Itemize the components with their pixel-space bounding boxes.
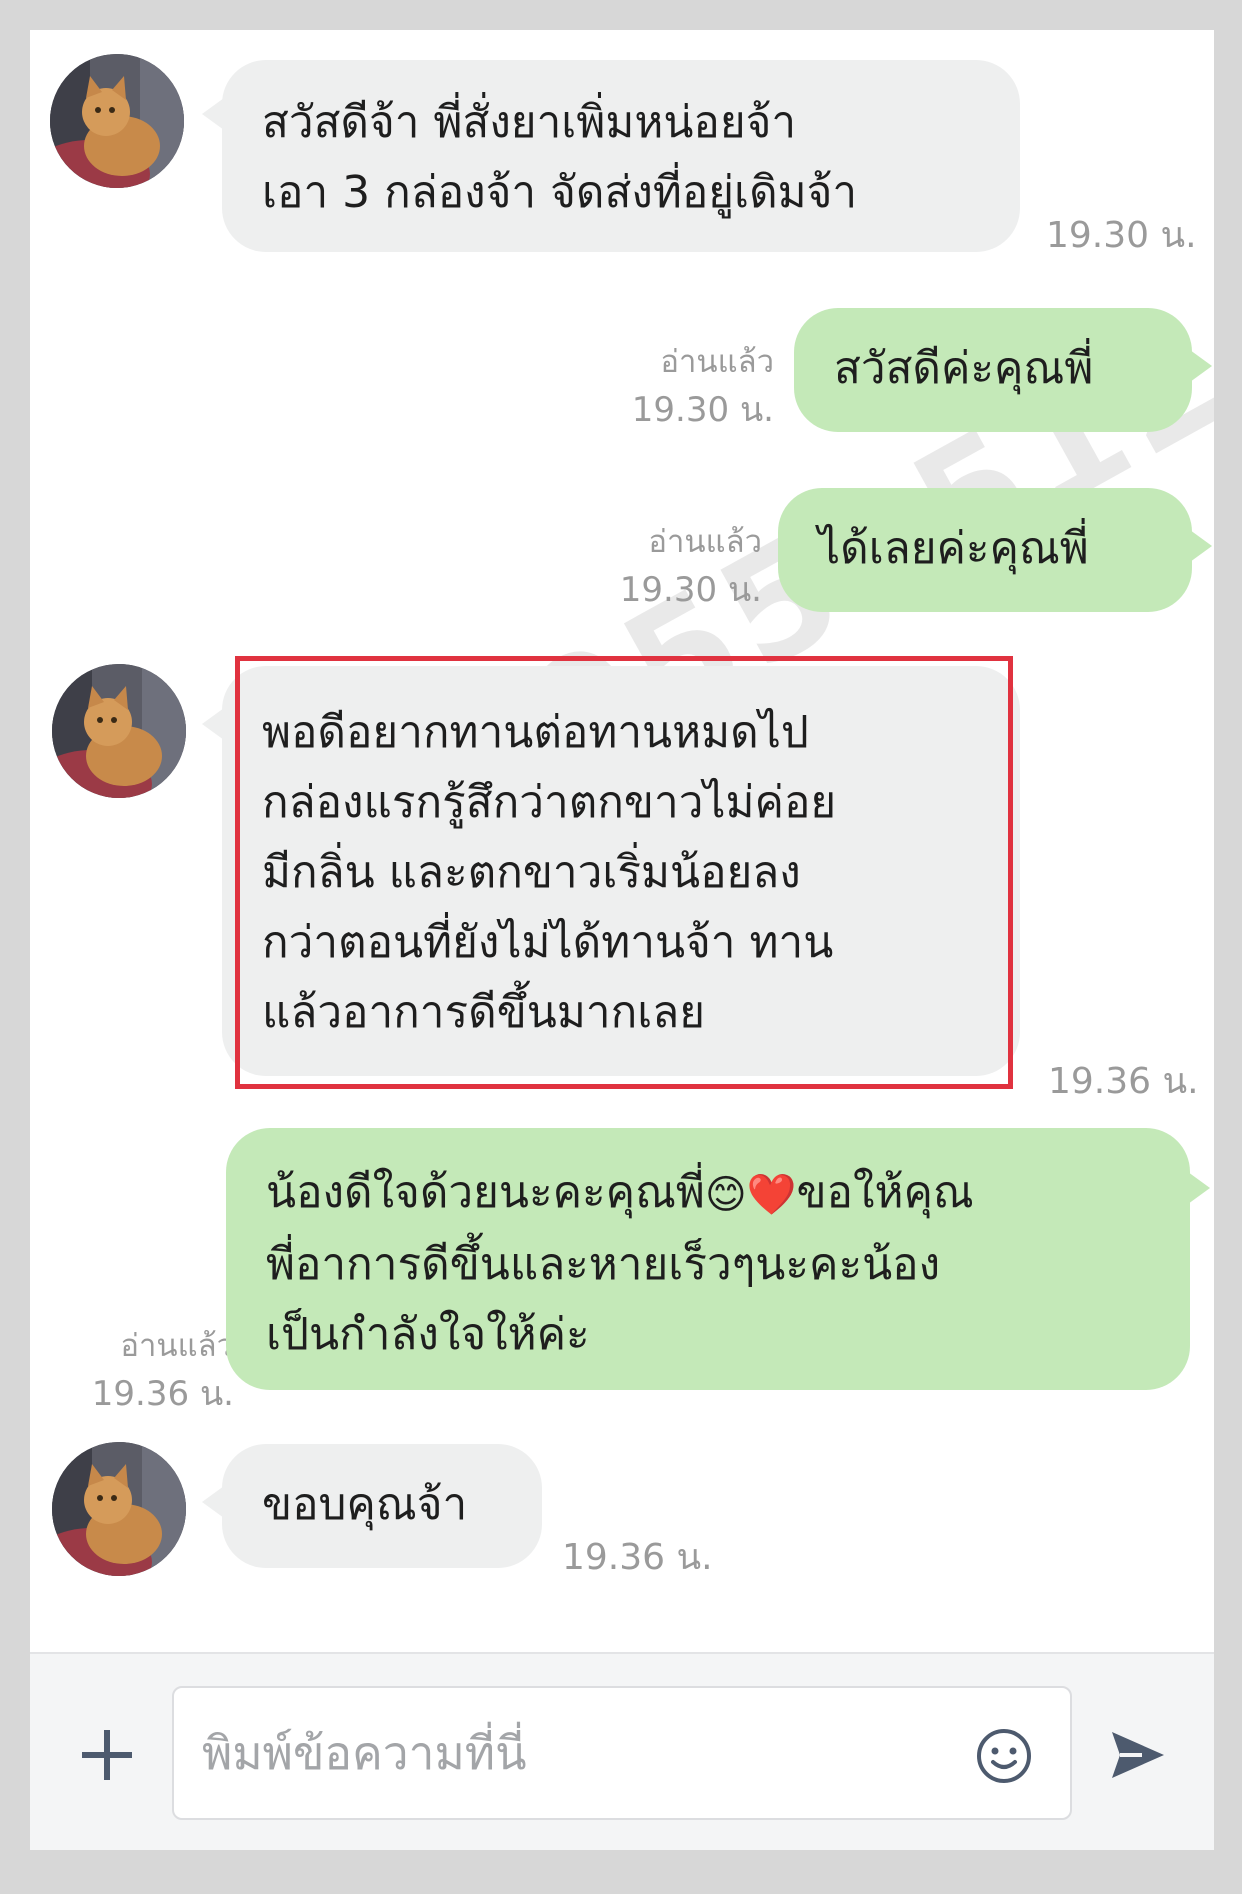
- read-receipt: อ่านแล้ว: [648, 524, 762, 560]
- read-receipt: อ่านแล้ว: [120, 1328, 234, 1364]
- message-input[interactable]: [172, 1686, 1072, 1820]
- smiling-face-icon: 😊: [704, 1172, 747, 1218]
- outgoing-message-bubble[interactable]: สวัสดีค่ะคุณพี่: [794, 308, 1192, 432]
- incoming-message-bubble[interactable]: สวัสดีจ้า พี่สั่งยาเพิ่มหน่อยจ้า เอา 3 ก…: [222, 60, 1020, 252]
- bubble-tail: [1190, 530, 1212, 562]
- bubble-tail: [1190, 350, 1212, 382]
- bubble-tail: [202, 1486, 224, 1518]
- message-line: น้องดีใจด้วยนะคะคุณพี่😊❤️ขอให้คุณ: [266, 1158, 1150, 1230]
- outgoing-message-bubble[interactable]: ได้เลยค่ะคุณพี่: [778, 488, 1192, 612]
- bubble-tail: [202, 98, 224, 130]
- message-meta: อ่านแล้ว 19.30 น.: [578, 518, 762, 614]
- message-meta: อ่านแล้ว 19.30 น.: [590, 338, 774, 434]
- message-meta: อ่านแล้ว 19.36 น.: [50, 1322, 234, 1418]
- cat-avatar-icon: [52, 1442, 186, 1576]
- message-text: เป็นกำลังใจให้ค่ะ: [266, 1309, 590, 1360]
- message-text: สวัสดีค่ะคุณพี่: [834, 343, 1094, 394]
- bubble-tail: [1188, 1172, 1210, 1204]
- read-receipt: อ่านแล้ว: [660, 344, 774, 380]
- message-text: ขอให้คุณ: [796, 1167, 974, 1218]
- message-text: พี่อาการดีขึ้นและหายเร็วๆนะคะน้อง: [266, 1239, 941, 1290]
- contact-avatar[interactable]: [52, 664, 186, 798]
- message-timestamp: 19.30 น.: [1046, 215, 1197, 256]
- message-timestamp: 19.30 น.: [631, 390, 774, 430]
- bubble-tail: [202, 708, 224, 740]
- outgoing-message-bubble[interactable]: น้องดีใจด้วยนะคะคุณพี่😊❤️ขอให้คุณ พี่อาก…: [226, 1128, 1190, 1390]
- message-timestamp: 19.36 น.: [562, 1537, 713, 1578]
- cat-avatar-icon: [50, 54, 184, 188]
- send-arrow-icon[interactable]: [1108, 1726, 1168, 1784]
- message-timestamp: 19.36 น.: [1048, 1061, 1199, 1102]
- message-input-bar: [30, 1652, 1214, 1850]
- message-text: ขอบคุณจ้า: [262, 1479, 468, 1530]
- incoming-message-bubble[interactable]: ขอบคุณจ้า: [222, 1444, 542, 1568]
- chat-window: 0920551512 สวัสดีจ้า พี่สั่งยาเพิ่มหน่อย…: [30, 30, 1214, 1850]
- message-text: ได้เลยค่ะคุณพี่: [818, 523, 1089, 574]
- highlight-box: [235, 656, 1013, 1089]
- contact-avatar[interactable]: [50, 54, 184, 188]
- message-timestamp: 19.30 น.: [619, 570, 762, 610]
- message-text: เอา 3 กล่องจ้า จัดส่งที่อยู่เดิมจ้า: [262, 167, 858, 218]
- red-heart-icon: ❤️: [746, 1172, 797, 1218]
- message-text: สวัสดีจ้า พี่สั่งยาเพิ่มหน่อยจ้า: [262, 97, 797, 148]
- contact-avatar[interactable]: [52, 1442, 186, 1576]
- message-timestamp: 19.36 น.: [91, 1374, 234, 1414]
- smiley-icon[interactable]: [974, 1726, 1034, 1786]
- plus-icon[interactable]: [78, 1726, 136, 1784]
- message-text: น้องดีใจด้วยนะคะคุณพี่: [266, 1167, 705, 1218]
- cat-avatar-icon: [52, 664, 186, 798]
